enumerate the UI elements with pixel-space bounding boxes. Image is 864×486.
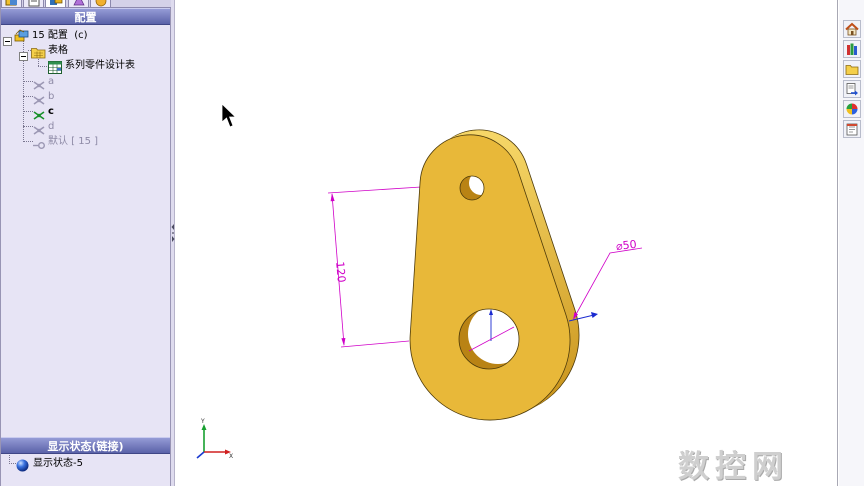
tree-item-label: c [48,106,54,117]
tree-item-label: 显示状态-5 [33,458,83,469]
custom-properties-button[interactable] [843,120,861,138]
tree-item-config-b[interactable]: b [1,89,170,105]
file-explorer-button[interactable] [843,60,861,78]
task-pane-toolbar [839,0,864,486]
leader-line [573,247,643,319]
display-manager-tab[interactable] [90,0,111,7]
tree-item-default-config[interactable]: 默认 [ 15 ] [1,134,170,149]
tree-item-tables-folder[interactable]: 表格 [1,43,170,61]
tree-item-configurations-root[interactable]: 15 配置 (c) [1,28,170,46]
display-states-header: 显示状态(链接) [1,437,170,454]
dimension-arrowhead [330,193,335,202]
tree-item-display-state[interactable]: 显示状态-5 [1,456,170,472]
display-state-sphere-icon [16,457,29,476]
watermark: 数控网 [678,449,789,485]
graphics-viewport[interactable]: 120 ⌀50 Y X [175,0,838,486]
feature-manager-tab[interactable] [1,0,22,7]
part-model[interactable] [409,129,580,421]
triad-z-axis [196,451,205,459]
dimension-value-diameter[interactable]: ⌀50 [615,238,637,253]
tree-item-label: 系列零件设计表 [65,60,135,71]
panel-title: 配置 [1,8,170,25]
dimension-diameter-50[interactable]: ⌀50 [573,238,643,320]
triad-x-label: X [229,453,233,460]
solidworks-resources-button[interactable] [843,20,861,38]
dimension-arrowhead [341,338,346,346]
tree-item-config-a[interactable]: a [1,74,170,90]
default-config-icon [33,136,46,155]
tree-item-design-table[interactable]: 系列零件设计表 [1,58,170,74]
dimxpert-manager-tab[interactable] [68,0,89,7]
reference-triad: Y X [196,418,233,460]
collapse-toggle[interactable] [19,46,28,61]
tree-item-label: d [48,121,55,132]
triad-y-label: Y [200,418,205,425]
tree-item-config-d[interactable]: d [1,119,170,135]
manager-tabs [1,0,171,8]
design-library-button[interactable] [843,40,861,58]
configuration-manager-panel: 配置 15 配置 (c) 表格 系列零件设计表 a b c d 默认 [15 … [0,0,171,486]
tree-item-label: b [48,91,55,102]
configuration-manager-tab[interactable] [45,0,66,7]
dimension-value-length[interactable]: 120 [333,261,348,283]
extension-line [327,186,422,194]
tree-item-label: 表格 [48,45,68,56]
tree-item-label: 默认 [ 15 ] [48,136,99,147]
extension-line [340,340,410,348]
handle-arrowhead [591,312,598,318]
mouse-cursor [221,103,237,128]
property-manager-tab[interactable] [23,0,44,7]
view-palette-button[interactable] [843,80,861,98]
cad-application-window: 配置 15 配置 (c) 表格 系列零件设计表 a b c d 默认 [15 … [0,0,864,486]
appearances-button[interactable] [843,100,861,118]
model-canvas[interactable]: 120 ⌀50 Y X [175,0,838,486]
tree-item-label: a [48,76,55,87]
dimension-120[interactable]: 120 [327,186,422,348]
part-front-face[interactable] [409,134,571,421]
collapse-toggle[interactable] [3,31,12,46]
tree-item-config-c[interactable]: c [1,104,170,120]
tree-item-label: 15 配置 (c) [32,30,88,41]
